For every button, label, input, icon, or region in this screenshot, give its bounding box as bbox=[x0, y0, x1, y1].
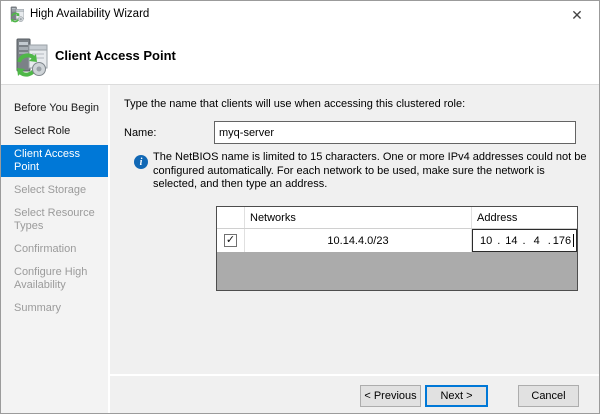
network-name-cell[interactable]: 10.14.4.0/23 bbox=[245, 229, 472, 252]
info-icon: i bbox=[134, 155, 148, 169]
text-caret bbox=[573, 234, 574, 247]
ip-octet-4[interactable]: 176 bbox=[551, 235, 573, 247]
header-address: Address bbox=[472, 207, 577, 228]
sidebar-item-confirmation: Confirmation bbox=[1, 240, 108, 259]
next-button[interactable]: Next > bbox=[425, 385, 488, 407]
netbios-info-text: The NetBIOS name is limited to 15 charac… bbox=[153, 151, 587, 192]
previous-button[interactable]: < Previous bbox=[360, 385, 421, 407]
network-checkbox-cell: ✓ bbox=[217, 229, 245, 252]
client-access-point-icon bbox=[10, 36, 50, 80]
sidebar-item-summary: Summary bbox=[1, 299, 108, 318]
network-checkbox[interactable]: ✓ bbox=[224, 234, 237, 247]
name-input[interactable] bbox=[214, 121, 576, 144]
address-cell: 10 . 14 . 4 . 176 bbox=[472, 229, 577, 252]
wizard-app-icon bbox=[8, 6, 25, 23]
ip-octet-2[interactable]: 14 bbox=[500, 235, 522, 247]
sidebar-item-select-resource-types: Select Resource Types bbox=[1, 204, 108, 236]
title-bar: High Availability Wizard ✕ bbox=[1, 1, 599, 29]
name-label: Name: bbox=[124, 127, 156, 139]
sidebar-item-select-role[interactable]: Select Role bbox=[1, 122, 108, 141]
networks-table: Networks Address ✓ 10.14.4.0/23 10 . 14 … bbox=[216, 206, 578, 291]
high-availability-wizard-window: High Availability Wizard ✕ Client Access… bbox=[0, 0, 600, 414]
ip-octet-1[interactable]: 10 bbox=[475, 235, 497, 247]
button-bar: < Previous Next > Cancel bbox=[110, 376, 599, 413]
ip-octet-3[interactable]: 4 bbox=[526, 235, 548, 247]
close-button[interactable]: ✕ bbox=[565, 3, 589, 27]
header-checkbox-column bbox=[217, 207, 245, 228]
header-networks: Networks bbox=[245, 207, 472, 228]
sidebar-item-before-you-begin[interactable]: Before You Begin bbox=[1, 99, 108, 118]
table-empty-area bbox=[217, 252, 577, 290]
networks-table-header: Networks Address bbox=[217, 207, 577, 229]
instruction-text: Type the name that clients will use when… bbox=[124, 98, 465, 110]
cancel-button[interactable]: Cancel bbox=[518, 385, 579, 407]
sidebar-item-client-access-point[interactable]: Client Access Point bbox=[1, 145, 108, 177]
wizard-header: Client Access Point bbox=[1, 29, 599, 85]
info-icon-glyph: i bbox=[140, 157, 143, 168]
close-icon: ✕ bbox=[571, 7, 583, 24]
content-area: Type the name that clients will use when… bbox=[110, 85, 599, 374]
sidebar-item-configure-high-availability: Configure High Availability bbox=[1, 263, 108, 295]
ip-address-input[interactable]: 10 . 14 . 4 . 176 bbox=[472, 229, 577, 252]
check-icon: ✓ bbox=[226, 235, 235, 246]
window-title: High Availability Wizard bbox=[30, 8, 149, 20]
sidebar-item-select-storage: Select Storage bbox=[1, 181, 108, 200]
network-row[interactable]: ✓ 10.14.4.0/23 10 . 14 . 4 . 176 bbox=[217, 229, 577, 252]
page-title: Client Access Point bbox=[55, 48, 176, 63]
wizard-steps-sidebar: Before You Begin Select Role Client Acce… bbox=[1, 85, 108, 413]
